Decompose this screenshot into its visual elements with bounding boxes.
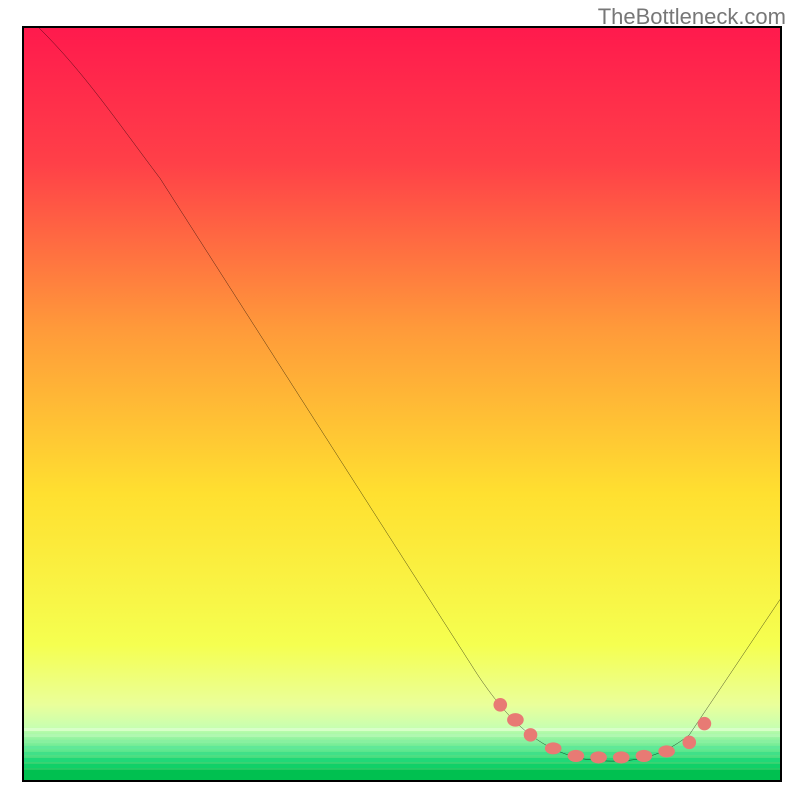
marker-group	[493, 698, 711, 763]
bottleneck-curve-line	[39, 28, 780, 761]
watermark-text: TheBottleneck.com	[598, 4, 786, 30]
chart-curve	[24, 28, 780, 780]
plot-area	[22, 26, 782, 782]
chart-container: TheBottleneck.com	[0, 0, 800, 800]
